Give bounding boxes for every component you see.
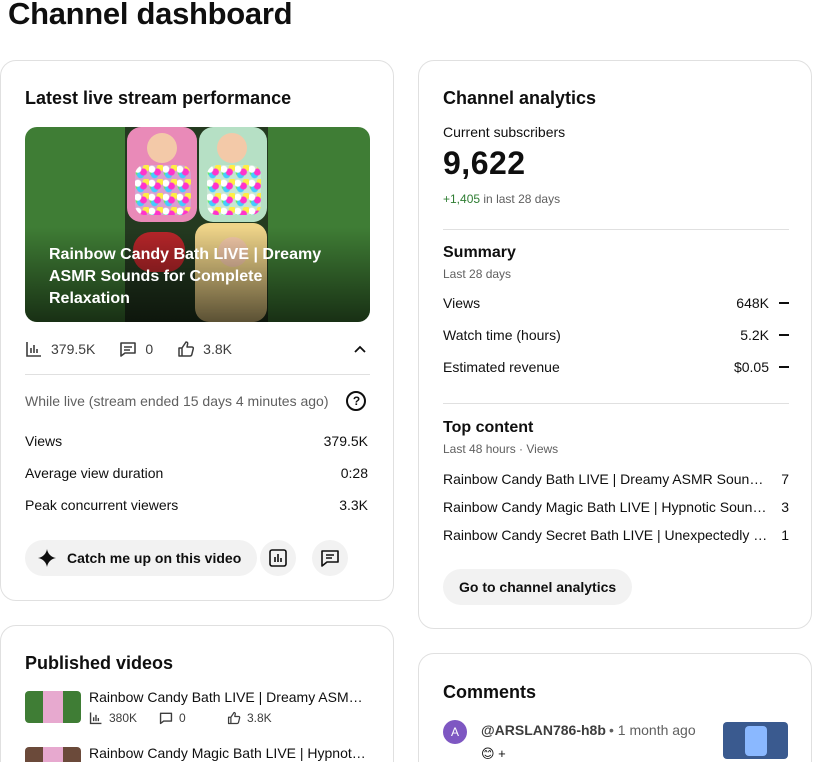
- metric-row: Peak concurrent viewers 3.3K: [25, 497, 368, 513]
- metric-row: Views 379.5K: [25, 433, 368, 449]
- comment-time: • 1 month ago: [609, 722, 696, 738]
- summary-label: Views: [443, 295, 481, 311]
- metric-value: 379.5K: [323, 433, 368, 449]
- no-change-indicator: [779, 334, 789, 336]
- top-content-video-title: Rainbow Candy Bath LIVE | Dreamy ASMR So…: [443, 471, 771, 487]
- page-title: Channel dashboard: [8, 0, 293, 31]
- help-icon[interactable]: ?: [346, 391, 367, 411]
- published-videos-card: Published videos Rainbow Candy Bath LIVE…: [0, 625, 394, 762]
- divider: [443, 229, 789, 230]
- summary-title: Summary: [443, 244, 516, 261]
- top-content-views: 7: [781, 471, 789, 487]
- published-video-title: Rainbow Candy Magic Bath LIVE | Hypnotic…: [89, 745, 367, 761]
- top-content-video-title: Rainbow Candy Secret Bath LIVE | Unexpec…: [443, 527, 771, 543]
- no-change-indicator: [779, 302, 789, 304]
- bar-chart-icon: [89, 712, 102, 725]
- comments-stat: 0: [119, 340, 153, 358]
- top-content-period: Last 48 hours · Views: [443, 442, 559, 456]
- top-content-item[interactable]: Rainbow Candy Secret Bath LIVE | Unexpec…: [443, 527, 789, 543]
- summary-row: Estimated revenue $0.05: [443, 359, 789, 375]
- video-likes: 3.8K: [247, 711, 272, 725]
- metric-value: 3.3K: [339, 497, 368, 513]
- published-video-item[interactable]: Rainbow Candy Magic Bath LIVE | Hypnotic…: [25, 745, 370, 762]
- summary-label: Watch time (hours): [443, 327, 561, 343]
- metric-label: Average view duration: [25, 465, 164, 481]
- summary-row: Views 648K: [443, 295, 789, 311]
- comment-text: 😊 +: [481, 746, 506, 761]
- live-stats-row: 379.5K 0 3.8K: [25, 337, 370, 361]
- top-content-title: Top content: [443, 419, 534, 436]
- comment-icon: [120, 342, 137, 357]
- metric-row: Average view duration 0:28: [25, 465, 368, 481]
- sparkle-icon: [38, 549, 56, 567]
- channel-analytics-card: Channel analytics Current subscribers 9,…: [418, 60, 812, 629]
- comment-icon: [159, 712, 173, 725]
- metric-label: Views: [25, 433, 63, 449]
- chevron-up-icon: [354, 345, 366, 353]
- summary-value: 5.2K: [740, 327, 769, 343]
- analytics-icon: [269, 549, 287, 567]
- summary-label: Estimated revenue: [443, 359, 560, 375]
- live-video-thumbnail[interactable]: Rainbow Candy Bath LIVE | Dreamy ASMR So…: [25, 127, 370, 322]
- latest-live-title: Latest live stream performance: [25, 88, 292, 108]
- top-content-views: 3: [781, 499, 789, 515]
- published-video-stats: 380K 0 3.8K: [89, 711, 272, 725]
- thumbs-up-icon: [227, 711, 241, 725]
- live-video-title: Rainbow Candy Bath LIVE | Dreamy ASMR So…: [49, 246, 322, 307]
- likes-stat: 3.8K: [177, 340, 232, 358]
- comment-icon: [321, 550, 339, 567]
- go-to-channel-analytics-button[interactable]: Go to channel analytics: [443, 569, 633, 605]
- latest-live-card: Latest live stream performance Rainbow C…: [0, 60, 394, 601]
- published-video-title: Rainbow Candy Bath LIVE | Dreamy ASMR So…: [89, 689, 367, 705]
- summary-value: 648K: [736, 295, 769, 311]
- metric-label: Peak concurrent viewers: [25, 497, 179, 513]
- published-video-item[interactable]: Rainbow Candy Bath LIVE | Dreamy ASMR So…: [25, 689, 370, 729]
- video-comments: 0: [179, 711, 186, 725]
- video-thumbnail: [25, 691, 81, 723]
- likes-stat-value: 3.8K: [203, 341, 232, 357]
- top-content-item[interactable]: Rainbow Candy Bath LIVE | Dreamy ASMR So…: [443, 471, 789, 487]
- views-stat: 379.5K: [25, 340, 95, 358]
- catch-me-up-label: Catch me up on this video: [67, 550, 242, 566]
- comments-stat-value: 0: [145, 341, 154, 357]
- view-analytics-button[interactable]: [260, 540, 296, 576]
- subscriber-change: +1,405 in last 28 days: [443, 192, 560, 206]
- published-videos-title: Published videos: [25, 653, 174, 673]
- comment-author[interactable]: @ARSLAN786-h8b: [481, 722, 606, 738]
- divider: [25, 374, 370, 375]
- summary-value: $0.05: [733, 359, 769, 375]
- no-change-indicator: [779, 366, 789, 368]
- subscriber-change-period: in last 28 days: [483, 192, 561, 206]
- top-content-item[interactable]: Rainbow Candy Magic Bath LIVE | Hypnotic…: [443, 499, 789, 515]
- channel-analytics-title: Channel analytics: [443, 88, 597, 108]
- comments-title: Comments: [443, 682, 537, 702]
- thumbs-up-icon: [178, 341, 195, 357]
- video-thumbnail: [25, 747, 81, 762]
- summary-period: Last 28 days: [443, 267, 512, 281]
- subscribers-label: Current subscribers: [443, 124, 566, 140]
- top-content-views: 1: [781, 527, 789, 543]
- comments-card: Comments A @ARSLAN786-h8b • 1 month ago …: [418, 653, 812, 762]
- catch-me-up-button[interactable]: Catch me up on this video: [25, 540, 258, 576]
- while-live-note: While live (stream ended 15 days 4 minut…: [25, 391, 367, 411]
- views-stat-value: 379.5K: [51, 341, 96, 357]
- subscriber-count: 9,622: [443, 145, 526, 181]
- view-comments-button[interactable]: [312, 540, 348, 576]
- collapse-button[interactable]: [350, 339, 370, 359]
- divider: [443, 403, 789, 404]
- subscriber-change-value: +1,405: [443, 192, 481, 206]
- avatar[interactable]: A: [443, 720, 467, 744]
- video-views: 380K: [109, 711, 138, 725]
- summary-row: Watch time (hours) 5.2K: [443, 327, 789, 343]
- top-content-video-title: Rainbow Candy Magic Bath LIVE | Hypnotic…: [443, 499, 771, 515]
- while-live-text: While live (stream ended 15 days 4 minut…: [25, 393, 329, 409]
- bar-chart-icon: [26, 342, 41, 357]
- metric-value: 0:28: [340, 465, 368, 481]
- comment-video-thumbnail[interactable]: [723, 722, 788, 759]
